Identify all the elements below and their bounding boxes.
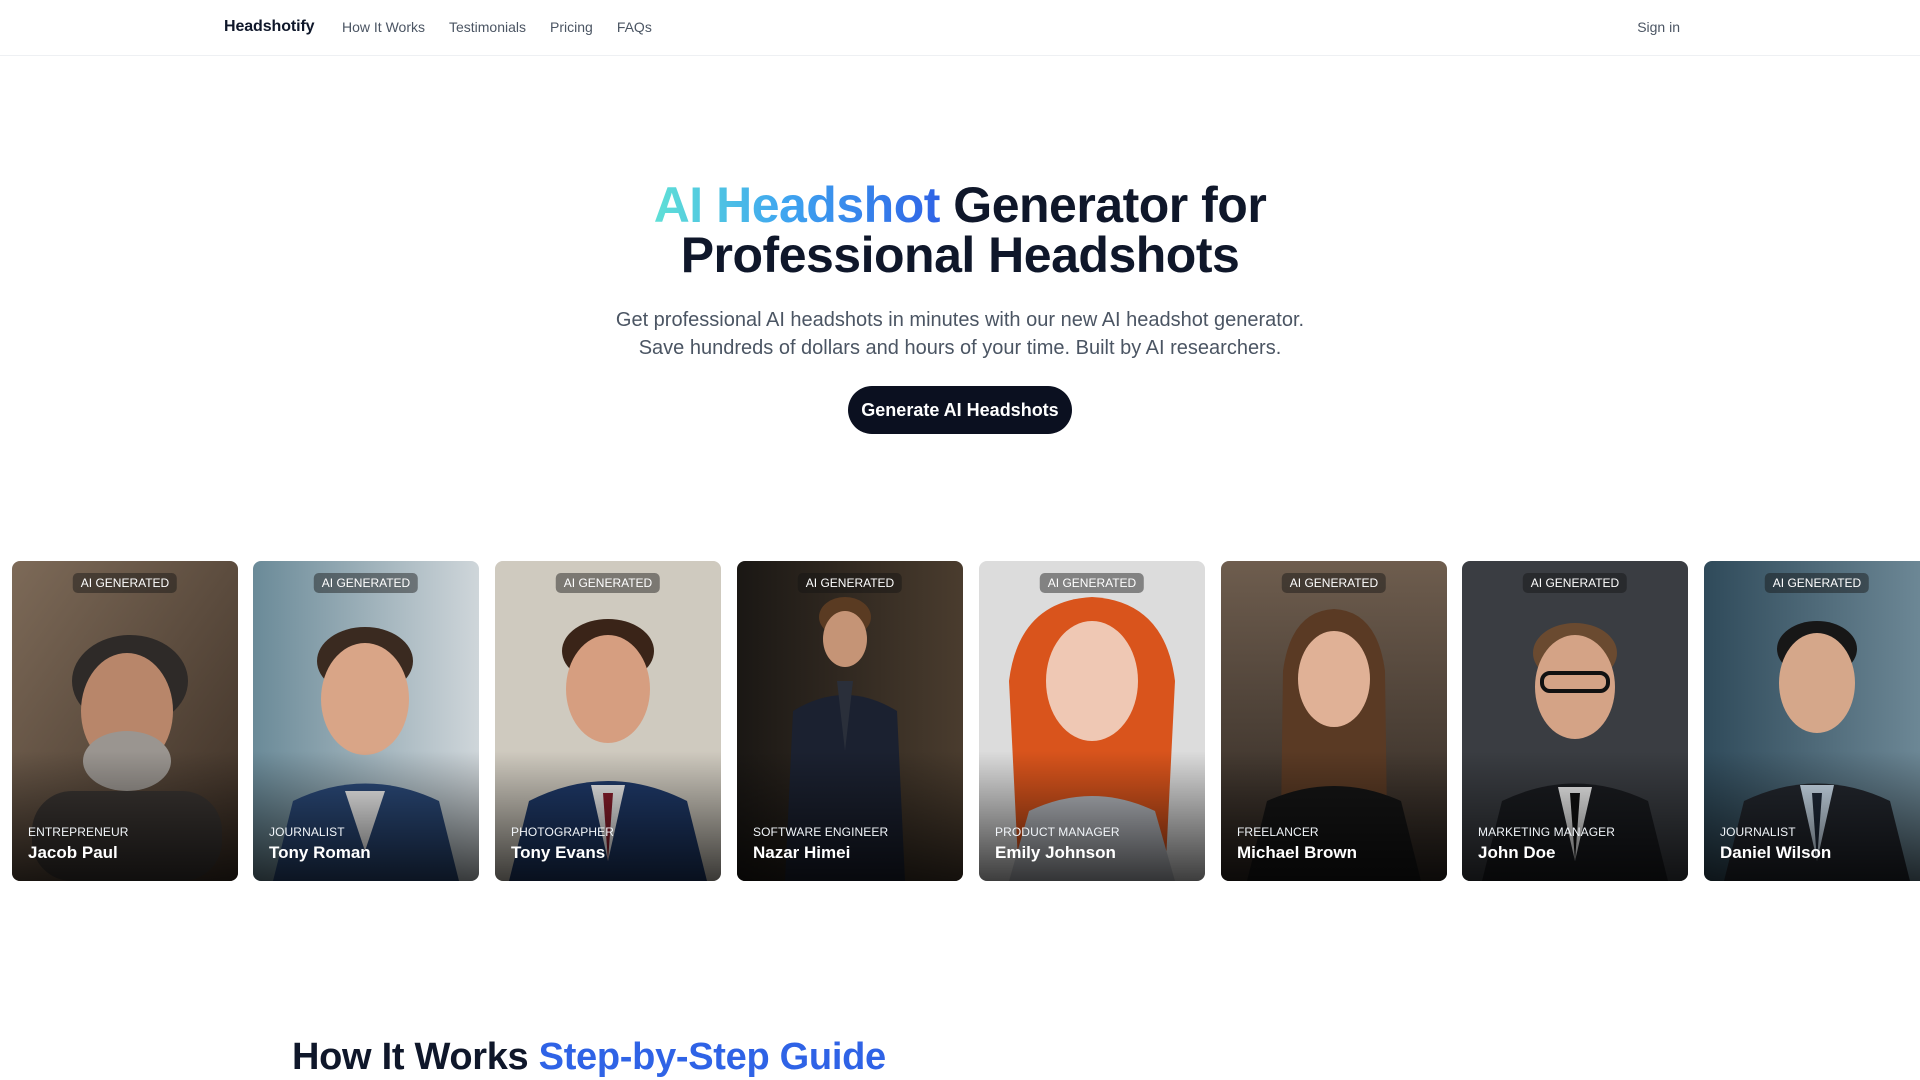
top-navbar: Headshotify How It Works Testimonials Pr…: [0, 0, 1920, 56]
hero-subtitle-line1: Get professional AI headshots in minutes…: [615, 309, 1305, 331]
hero-subtitle: Get professional AI headshots in minutes…: [580, 306, 1340, 362]
card-name: Jacob Paul: [28, 843, 118, 862]
ai-generated-badge: AI GENERATED: [72, 573, 178, 593]
headshot-gallery: AI GENERATED ENTREPRENEUR Jacob Paul AI …: [12, 561, 1920, 881]
ai-generated-badge: AI GENERATED: [1522, 573, 1628, 593]
hero-title-line2: Professional Headshots: [680, 227, 1240, 283]
headshot-card[interactable]: AI GENERATED MARKETING MANAGER John Doe: [1462, 561, 1688, 881]
ai-generated-badge: AI GENERATED: [1281, 573, 1387, 593]
headshot-card[interactable]: AI GENERATED ENTREPRENEUR Jacob Paul: [12, 561, 238, 881]
card-name: Michael Brown: [1237, 843, 1357, 862]
card-role: JOURNALIST: [269, 825, 345, 839]
generate-headshots-button[interactable]: Generate AI Headshots: [848, 386, 1072, 434]
ai-generated-badge: AI GENERATED: [797, 573, 903, 593]
ai-generated-badge: AI GENERATED: [1039, 573, 1145, 593]
headshot-card[interactable]: AI GENERATED JOURNALIST Tony Roman: [253, 561, 479, 881]
nav-link-testimonials[interactable]: Testimonials: [449, 19, 526, 35]
headshot-card[interactable]: AI GENERATED JOURNALIST Daniel Wilson: [1704, 561, 1920, 881]
card-role: FREELANCER: [1237, 825, 1319, 839]
card-name: Daniel Wilson: [1720, 843, 1832, 862]
hero-subtitle-line2: Save hundreds of dollars and hours of yo…: [638, 337, 1282, 359]
headshot-card[interactable]: AI GENERATED SOFTWARE ENGINEER Nazar Him…: [737, 561, 963, 881]
hero-section: AI Headshot Generator for Professional H…: [0, 180, 1920, 434]
headshot-card[interactable]: AI GENERATED PHOTOGRAPHER Tony Evans: [495, 561, 721, 881]
brand-logo[interactable]: Headshotify: [224, 18, 315, 36]
card-name: Emily Johnson: [995, 843, 1116, 862]
nav-link-pricing[interactable]: Pricing: [550, 19, 593, 35]
card-name: Tony Evans: [511, 843, 606, 862]
ai-generated-badge: AI GENERATED: [313, 573, 419, 593]
ai-generated-badge: AI GENERATED: [1764, 573, 1870, 593]
headshot-card[interactable]: AI GENERATED FREELANCER Michael Brown: [1221, 561, 1447, 881]
card-name: Nazar Himei: [753, 843, 851, 862]
hero-title: AI Headshot Generator for Professional H…: [0, 180, 1920, 280]
card-role: PHOTOGRAPHER: [511, 825, 614, 839]
how-it-works-title: How It Works: [292, 1036, 529, 1078]
nav-links: How It Works Testimonials Pricing FAQs: [342, 19, 652, 35]
card-role: MARKETING MANAGER: [1478, 825, 1616, 839]
card-name: Tony Roman: [269, 843, 371, 862]
hero-title-rest: Generator for: [953, 177, 1267, 233]
card-name: John Doe: [1478, 843, 1556, 862]
hero-title-accent: AI Headshot: [653, 177, 941, 233]
how-it-works-accent: Step-by-Step Guide: [538, 1036, 886, 1078]
nav-link-how-it-works[interactable]: How It Works: [342, 19, 425, 35]
card-role: PRODUCT MANAGER: [995, 825, 1120, 839]
how-it-works-heading: How It Works Step-by-Step Guide: [292, 1036, 886, 1079]
ai-generated-badge: AI GENERATED: [555, 573, 661, 593]
sign-in-link[interactable]: Sign in: [1637, 19, 1680, 35]
card-role: SOFTWARE ENGINEER: [753, 825, 889, 839]
card-role: JOURNALIST: [1720, 825, 1796, 839]
nav-link-faqs[interactable]: FAQs: [617, 19, 652, 35]
card-role: ENTREPRENEUR: [28, 825, 129, 839]
headshot-card[interactable]: AI GENERATED PRODUCT MANAGER Emily Johns…: [979, 561, 1205, 881]
